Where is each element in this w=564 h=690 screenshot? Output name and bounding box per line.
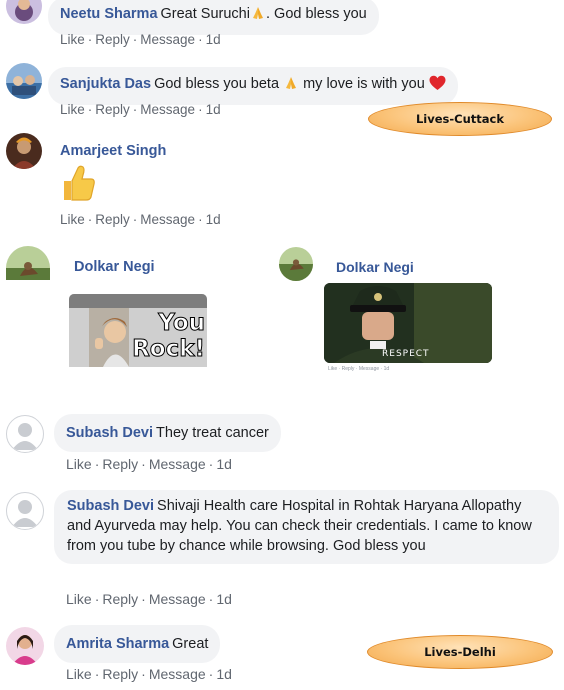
folded-hands-icon xyxy=(250,5,266,27)
comment-bubble: Sanjukta Das God bless you beta my love i… xyxy=(48,67,458,105)
comment-author[interactable]: Subash Devi xyxy=(67,498,154,514)
gif-you-rock[interactable]: You Rock! xyxy=(69,294,207,367)
comment-actions: Like · Reply · Message · 1d xyxy=(60,32,221,47)
avatar-subash-devi[interactable] xyxy=(6,492,44,530)
comment-author[interactable]: Dolkar Negi xyxy=(74,259,155,275)
message-link[interactable]: Message xyxy=(149,456,206,472)
red-heart-icon xyxy=(429,75,446,97)
avatar-dolkar-negi[interactable] xyxy=(279,247,313,281)
comment-author[interactable]: Subash Devi xyxy=(66,425,153,441)
comment-text: They treat cancer xyxy=(156,425,269,441)
timestamp[interactable]: 1d xyxy=(216,666,232,682)
comment-author[interactable]: Dolkar Negi xyxy=(336,259,414,275)
comment-author[interactable]: Amrita Sharma xyxy=(66,636,169,652)
callout-label: Lives-Cuttack xyxy=(415,112,505,126)
thumbs-up-sticker-icon xyxy=(60,164,96,207)
comment-bubble: Amrita Sharma Great xyxy=(54,625,221,663)
like-link[interactable]: Like xyxy=(60,212,85,227)
avatar-amrita-sharma[interactable] xyxy=(6,627,44,665)
message-link[interactable]: Message xyxy=(149,666,206,682)
reply-link[interactable]: Reply xyxy=(102,666,138,682)
reply-link[interactable]: Reply xyxy=(95,212,130,227)
message-link[interactable]: Message xyxy=(149,591,206,607)
reply-link[interactable]: Reply xyxy=(102,456,138,472)
like-link[interactable]: Like xyxy=(66,591,92,607)
comment-text: God bless you beta xyxy=(154,76,280,92)
reply-link[interactable]: Reply xyxy=(95,102,130,117)
comment-bubble: Subash Devi Shivaji Health care Hospital … xyxy=(54,490,559,564)
reply-link[interactable]: Reply xyxy=(95,32,130,47)
comment-author[interactable]: Neetu Sharma xyxy=(60,6,158,22)
comment-bubble: Neetu Sharma Great Suruchi . God bless you xyxy=(48,0,379,35)
comment-text-after: . God bless you xyxy=(265,6,367,22)
folded-hands-icon xyxy=(283,75,299,97)
gif-caption: You Rock! xyxy=(132,310,206,363)
comment-author[interactable]: Amarjeet Singh xyxy=(60,143,166,159)
avatar-subash-devi[interactable] xyxy=(6,415,44,453)
message-link[interactable]: Message xyxy=(140,212,195,227)
comment-actions: Like · Reply · Message · 1d xyxy=(66,456,232,472)
timestamp[interactable]: 1d xyxy=(206,102,221,117)
timestamp[interactable]: 1d xyxy=(216,591,232,607)
callout-lives-cuttack: Lives-Cuttack xyxy=(368,102,552,136)
comment-author[interactable]: Sanjukta Das xyxy=(60,76,151,92)
avatar-dolkar-negi[interactable] xyxy=(6,246,50,280)
comment-actions: Like · Reply · Message · 1d xyxy=(60,102,221,117)
comment-bubble: Subash Devi They treat cancer xyxy=(54,414,281,452)
avatar-sanjukta-das[interactable] xyxy=(6,63,42,99)
comment-text: Great Suruchi xyxy=(160,6,250,22)
comment-actions: Like · Reply · Message · 1d xyxy=(60,212,221,227)
gif-respect[interactable]: RESPECT xyxy=(324,283,492,363)
callout-label: Lives-Delhi xyxy=(424,645,496,659)
avatar-amarjeet-singh[interactable] xyxy=(6,133,42,169)
comment-text: Great xyxy=(172,636,209,652)
timestamp[interactable]: 1d xyxy=(206,32,221,47)
like-link[interactable]: Like xyxy=(60,102,85,117)
timestamp[interactable]: 1d xyxy=(216,456,232,472)
gif-caption: RESPECT xyxy=(382,349,430,359)
comment-actions-mini: Like · Reply · Message · 1d xyxy=(328,366,390,372)
callout-lives-delhi: Lives-Delhi xyxy=(367,635,553,669)
comment-actions: Like · Reply · Message · 1d xyxy=(66,591,232,607)
message-link[interactable]: Message xyxy=(140,32,195,47)
comment-actions: Like · Reply · Message · 1d xyxy=(66,666,232,682)
reply-link[interactable]: Reply xyxy=(102,591,138,607)
like-link[interactable]: Like xyxy=(66,666,92,682)
like-link[interactable]: Like xyxy=(66,456,92,472)
comment-text-mid: my love is with you xyxy=(303,76,425,92)
like-link[interactable]: Like xyxy=(60,32,85,47)
avatar-neetu-sharma[interactable] xyxy=(6,0,42,24)
timestamp[interactable]: 1d xyxy=(206,212,221,227)
message-link[interactable]: Message xyxy=(140,102,195,117)
